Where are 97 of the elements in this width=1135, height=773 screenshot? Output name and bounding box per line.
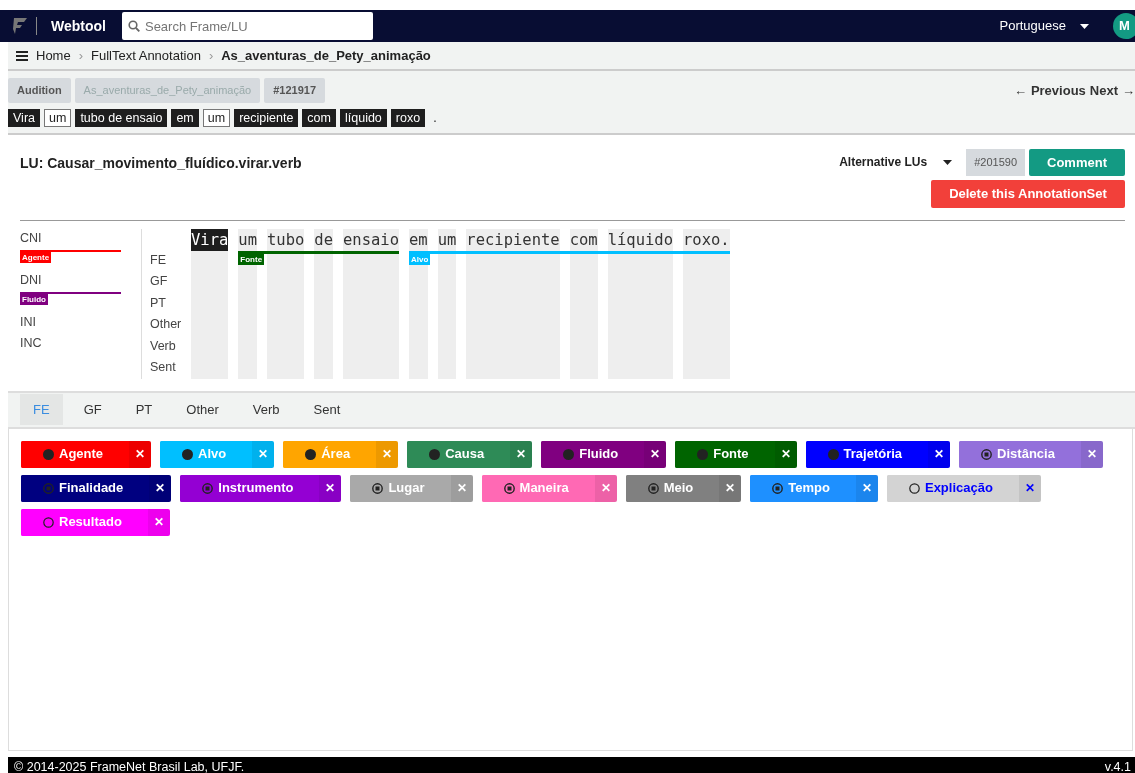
dotted-circle-icon <box>372 482 384 494</box>
filled-circle-icon <box>305 448 317 460</box>
close-button[interactable]: ✕ <box>510 440 533 468</box>
sentence-word[interactable]: um <box>437 228 457 251</box>
empty-circle-icon <box>908 482 920 494</box>
search-icon <box>127 20 140 32</box>
previous-link[interactable]: Previous <box>1030 80 1086 100</box>
info-tag: #121917 <box>264 78 325 103</box>
close-button[interactable]: ✕ <box>928 440 951 468</box>
layer-label: GF <box>150 273 169 290</box>
info-tag: As_aventuras_de_Pety_animação <box>74 78 261 103</box>
close-button[interactable]: ✕ <box>774 440 797 468</box>
empty-circle-icon <box>43 516 54 528</box>
delete-button[interactable]: Delete this AnnotationSet <box>931 180 1125 208</box>
layer-tab[interactable]: Verb <box>239 393 293 426</box>
sentence-word[interactable]: ensaio <box>343 228 399 251</box>
close-button[interactable]: ✕ <box>319 474 342 502</box>
chevron-icon: › <box>208 45 214 66</box>
instantiation-label: DNI <box>20 271 43 289</box>
layer-tab[interactable]: PT <box>122 393 166 426</box>
dotted-circle-icon <box>772 482 784 494</box>
filled-circle-icon <box>182 448 194 460</box>
sentence-word[interactable]: com <box>569 228 598 251</box>
fe-tag: Fluido <box>20 293 48 305</box>
layer-tab[interactable]: GF <box>70 393 115 426</box>
filled-circle-icon <box>43 448 54 460</box>
sentence-word[interactable]: Vira <box>191 228 229 251</box>
filled-circle-icon <box>697 448 709 460</box>
filled-circle-icon <box>827 448 839 460</box>
sentence-word[interactable]: recipiente <box>234 108 299 127</box>
dotted-circle-icon <box>647 482 659 494</box>
close-button[interactable]: ✕ <box>129 440 152 468</box>
info-tag: Audition <box>8 78 71 103</box>
breadcrumb-current: As_aventuras_de_Pety_animação <box>221 46 431 65</box>
language-dropdown[interactable]: Portuguese <box>993 15 1095 37</box>
fe-tag: Alvo <box>409 253 431 265</box>
breadcrumb-link[interactable]: Home <box>36 45 71 66</box>
sentence-word[interactable]: um <box>44 108 72 127</box>
layer-label: FE <box>150 251 167 269</box>
caret-icon <box>943 159 953 165</box>
fe-span-line[interactable]: Fonte <box>238 250 399 273</box>
close-button[interactable]: ✕ <box>147 508 170 536</box>
copyright-text: © 2014-2025 FrameNet Brasil Lab, UFJF. <box>14 759 245 773</box>
layer-label: Verb <box>150 337 177 355</box>
chevron-icon: › <box>78 45 84 66</box>
layer-tab[interactable]: Other <box>173 393 232 426</box>
close-button[interactable]: ✕ <box>149 474 172 502</box>
layer-label: Sent <box>150 359 177 376</box>
dotted-circle-icon <box>202 482 214 494</box>
lu-title: LU: Causar_movimento_fluídico.virar.verb <box>20 153 302 173</box>
sentence-word[interactable]: roxo. <box>683 228 730 251</box>
menu-icon[interactable] <box>16 50 28 61</box>
sentence-word[interactable]: líquido <box>340 108 387 127</box>
close-button[interactable]: ✕ <box>1080 440 1103 468</box>
fe-tag: Fonte <box>238 253 265 265</box>
close-button[interactable]: ✕ <box>644 440 667 468</box>
sentence-word[interactable]: em <box>409 228 428 251</box>
version-text: v.4.1 <box>1104 759 1131 773</box>
right-arrow-icon: → <box>1122 80 1135 100</box>
sentence-word[interactable]: em <box>171 108 199 127</box>
instantiation-label: INC <box>20 334 43 352</box>
sentence-word[interactable]: de <box>314 228 333 251</box>
sentence-word[interactable]: recipiente <box>466 228 560 251</box>
sentence-word[interactable]: um <box>202 108 231 127</box>
left-arrow-icon: ← <box>1013 80 1027 100</box>
fe-tag: Agente <box>20 251 52 263</box>
close-button[interactable]: ✕ <box>855 474 878 502</box>
close-button[interactable]: ✕ <box>719 474 742 502</box>
sentence-word[interactable]: com <box>302 108 336 127</box>
dotted-circle-icon <box>43 482 54 494</box>
dotted-circle-icon <box>503 482 515 494</box>
layer-tab[interactable]: Sent <box>300 393 354 426</box>
sentence-word[interactable]: Vira <box>8 108 40 127</box>
filled-circle-icon <box>429 448 441 460</box>
sentence-word[interactable]: um <box>238 228 257 251</box>
comment-button[interactable]: Comment <box>1029 148 1125 176</box>
instantiation-label: INI <box>20 313 37 331</box>
dotted-circle-icon <box>981 448 993 460</box>
app-title[interactable]: Webtool <box>36 17 106 35</box>
alternative-lus-dropdown[interactable]: Alternative LUs <box>833 152 959 173</box>
instantiation-label: CNI <box>20 229 43 247</box>
layer-label: Other <box>150 316 183 333</box>
sentence-word[interactable]: roxo <box>390 108 426 127</box>
caret-icon <box>1080 23 1089 29</box>
close-button[interactable]: ✕ <box>1018 474 1041 502</box>
user-avatar[interactable]: M <box>1113 13 1135 39</box>
layer-label: PT <box>150 294 167 312</box>
annotationset-id: #201590 <box>966 149 1025 176</box>
search-field[interactable]: Search Frame/LU <box>121 12 373 40</box>
sentence-word[interactable]: tubo de ensaio <box>75 108 168 127</box>
breadcrumb-link[interactable]: FullText Annotation <box>91 45 201 66</box>
logo-icon <box>12 17 28 35</box>
sentence-word[interactable]: . <box>429 109 441 126</box>
sentence-word[interactable]: líquido <box>607 228 673 251</box>
filled-circle-icon <box>563 448 575 460</box>
sentence-word[interactable]: tubo <box>267 228 305 251</box>
next-link[interactable]: Next <box>1089 80 1118 100</box>
